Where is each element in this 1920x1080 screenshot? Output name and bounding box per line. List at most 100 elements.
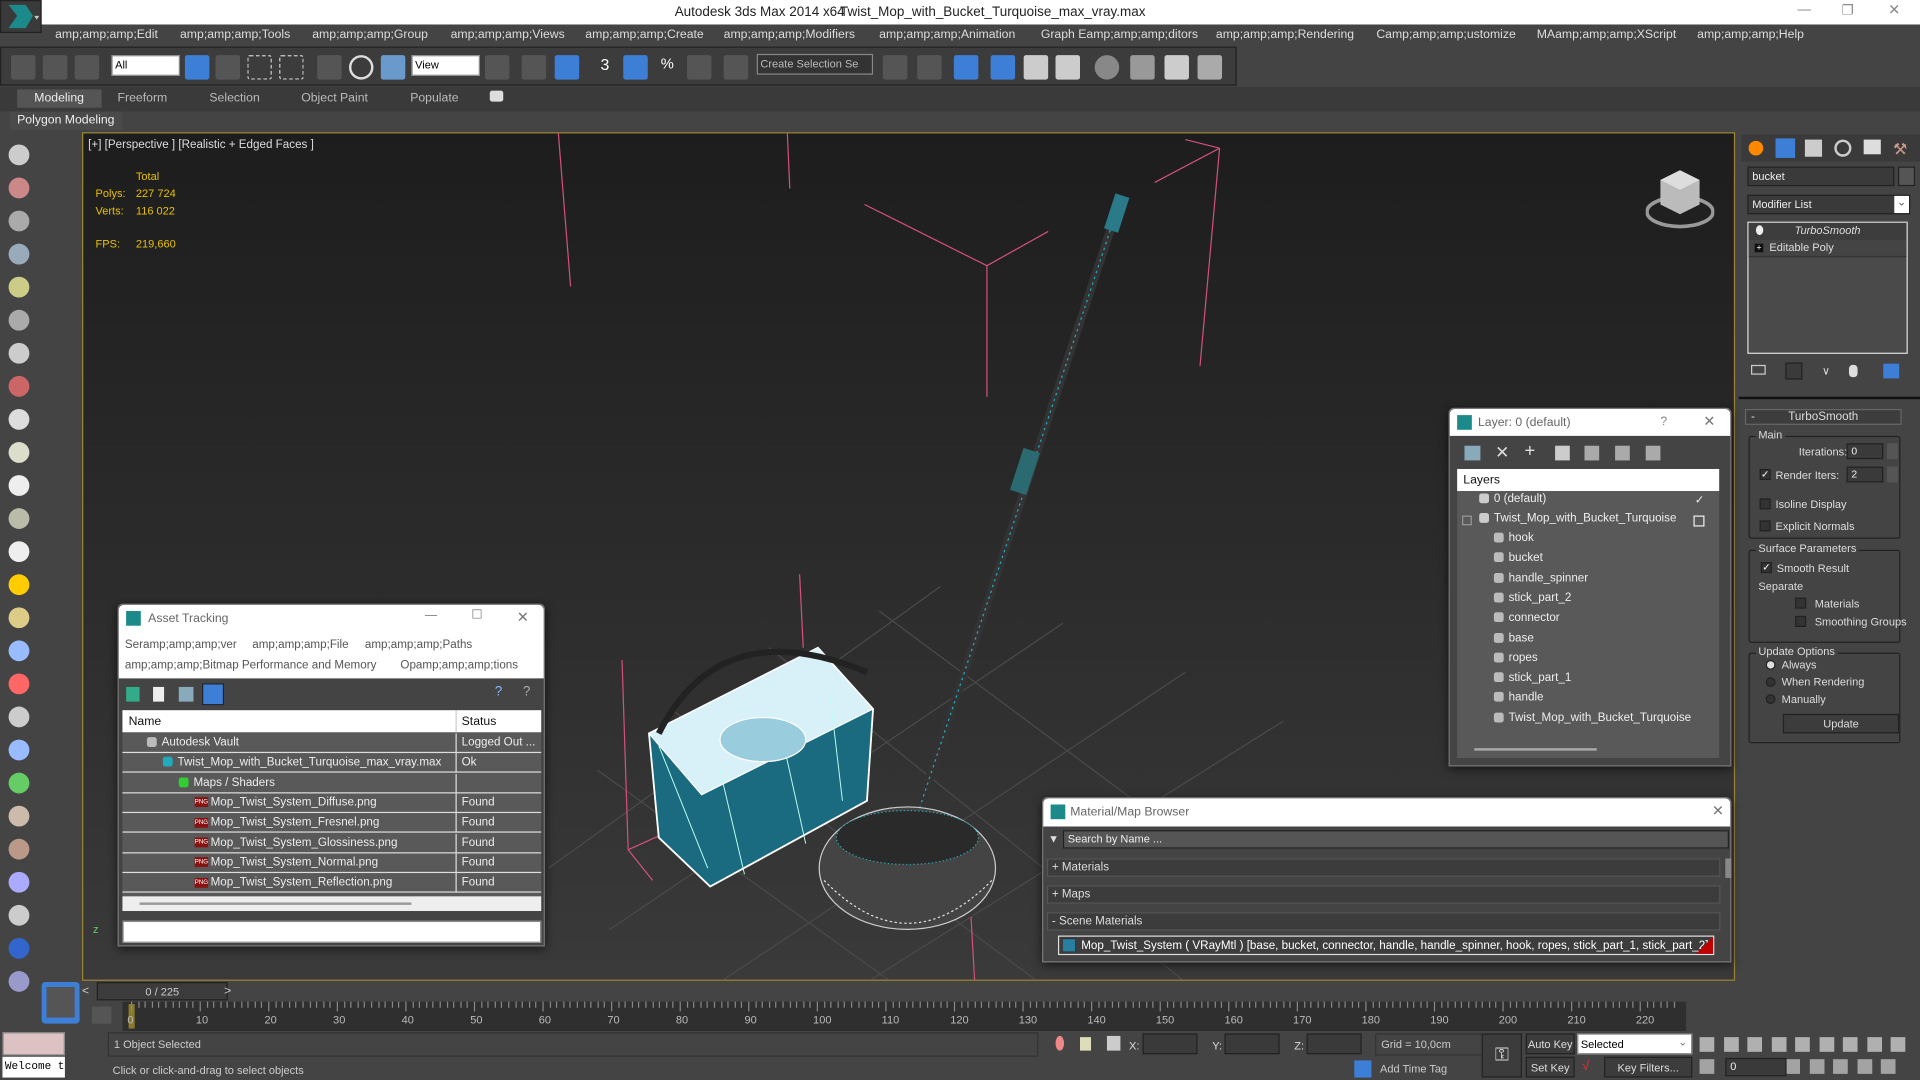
tab-object-paint[interactable]: Object Paint: [301, 92, 368, 105]
box-icon[interactable]: [8, 408, 30, 430]
close-button[interactable]: ✕: [1703, 413, 1715, 430]
asset-row[interactable]: Autodesk Vault Logged Out ...: [122, 733, 542, 754]
dynamics-icon[interactable]: [8, 673, 30, 695]
object-name-field[interactable]: bucket: [1747, 166, 1895, 187]
close-button[interactable]: ✕: [517, 609, 529, 626]
make-unique-icon[interactable]: ∨: [1822, 365, 1830, 378]
go-to-end-icon[interactable]: [1795, 1037, 1810, 1052]
menu-server[interactable]: Seramp;amp;amp;ver: [125, 638, 237, 651]
edit-named-selection-icon[interactable]: [723, 55, 749, 80]
track-bar-toggle-icon[interactable]: [91, 1006, 112, 1024]
help-button[interactable]: ?: [1660, 415, 1667, 428]
layer-explorer-icon[interactable]: [8, 210, 30, 232]
render-iters-input[interactable]: 2: [1846, 466, 1884, 483]
auto-key-button[interactable]: Auto Key: [1525, 1033, 1575, 1055]
asset-row[interactable]: Maps / Shaders: [122, 773, 542, 793]
browser-options-icon[interactable]: ▼: [1048, 833, 1059, 845]
lightbulb-icon[interactable]: [1755, 225, 1764, 236]
pan-icon[interactable]: [1833, 1059, 1848, 1074]
turbosmooth-rollout-header[interactable]: - TurboSmooth: [1744, 408, 1902, 425]
collapse-icon[interactable]: [1462, 515, 1472, 526]
modifier-list-dropdown[interactable]: Modifier List ⌄: [1747, 194, 1911, 215]
hide-all-icon[interactable]: [1615, 445, 1630, 461]
select-objects-icon[interactable]: [1555, 445, 1570, 461]
helper-icon[interactable]: [8, 375, 30, 397]
menu-item[interactable]: amp;amp;amp;Edit: [55, 28, 158, 41]
asset-row[interactable]: PNG Mop_Twist_System_Reflection.png Found: [122, 873, 542, 893]
menu-item[interactable]: amp;amp;amp;Tools: [180, 28, 290, 41]
time-tag-icon[interactable]: [1354, 1060, 1372, 1078]
layer-object-row[interactable]: ropes: [1457, 651, 1719, 671]
close-button[interactable]: ✕: [1888, 1, 1900, 18]
next-frame-button[interactable]: >: [224, 984, 231, 997]
render-setup-icon[interactable]: [1130, 55, 1155, 80]
vertical-scrollbar[interactable]: [1725, 858, 1732, 878]
play-icon[interactable]: [1747, 1037, 1763, 1052]
menu-item[interactable]: amp;amp;amp;Create: [585, 28, 703, 41]
select-by-name-icon[interactable]: [215, 55, 241, 80]
selection-filter-dropdown[interactable]: All: [111, 55, 181, 76]
world-icon[interactable]: [8, 739, 30, 761]
menu-bitmap-performance[interactable]: amp;amp;amp;Bitmap Performance and Memor…: [125, 659, 376, 672]
scene-material-item[interactable]: Mop_Twist_System ( VRayMtl ) [base, buck…: [1057, 935, 1715, 956]
maximize-viewport-icon[interactable]: [1880, 1059, 1896, 1074]
add-time-tag[interactable]: Add Time Tag: [1375, 1059, 1485, 1079]
sphere-icon[interactable]: [8, 475, 30, 496]
snaps-toggle-icon[interactable]: 3: [593, 55, 617, 79]
x-coordinate-input[interactable]: [1142, 1033, 1198, 1055]
maximize-button[interactable]: ☐: [471, 609, 482, 622]
utilities-tab-icon[interactable]: ⚒: [1893, 140, 1910, 158]
horizontal-scrollbar[interactable]: [122, 896, 542, 912]
hierarchy-tab-icon[interactable]: [1804, 139, 1823, 157]
rectangular-selection-icon[interactable]: [247, 55, 272, 80]
current-frame-input[interactable]: 0: [1725, 1057, 1787, 1077]
show-end-result-icon[interactable]: [1785, 362, 1803, 380]
time-slider[interactable]: 0 / 225: [96, 982, 228, 1001]
maximize-button[interactable]: ❐: [1842, 2, 1854, 19]
sphere-geo-icon[interactable]: [8, 442, 30, 463]
menu-item[interactable]: amp;amp;amp;Help: [1697, 28, 1804, 41]
asset-row[interactable]: PNG Mop_Twist_System_Diffuse.png Found: [122, 793, 542, 813]
pivot-center-icon[interactable]: [484, 55, 510, 80]
menu-item[interactable]: MAamp;amp;amp;XScript: [1537, 28, 1677, 41]
scene-explorer-icon[interactable]: [8, 243, 30, 265]
menu-options[interactable]: Opamp;amp;amp;tions: [400, 659, 518, 672]
layer-object-row[interactable]: base: [1457, 631, 1719, 651]
rendered-frame-window-icon[interactable]: [1164, 55, 1189, 80]
rotate-icon[interactable]: [348, 55, 374, 80]
layer-object-row[interactable]: handle_spinner: [1457, 571, 1719, 591]
track-bar[interactable]: 0 10 20 30 40 50 60 70 80 90 100 110 120 130 140 150 160…: [122, 1001, 1687, 1032]
tracking-icon[interactable]: [8, 971, 30, 992]
horizontal-scrollbar[interactable]: [1474, 748, 1597, 751]
teapot-geo-icon[interactable]: [8, 508, 30, 529]
unlink-icon[interactable]: [42, 55, 68, 80]
next-key-icon[interactable]: [1771, 1037, 1786, 1052]
separate-materials-checkbox[interactable]: [1795, 597, 1807, 609]
current-layer-check-icon[interactable]: ✓: [1695, 493, 1705, 506]
cone-icon[interactable]: [8, 541, 30, 563]
polygon-modeling-panel[interactable]: Polygon Modeling: [9, 111, 122, 130]
bind-space-warp-icon[interactable]: [74, 55, 100, 80]
link-icon[interactable]: [11, 55, 36, 80]
light-icon[interactable]: [8, 276, 30, 298]
key-mode-toggle-icon[interactable]: [1699, 1059, 1715, 1074]
set-key-mode-icon[interactable]: ⚿: [1481, 1033, 1523, 1078]
time-config-icon[interactable]: [1785, 1059, 1801, 1074]
asset-row[interactable]: PNG Mop_Twist_System_Fresnel.png Found: [122, 813, 542, 833]
iterations-spinner[interactable]: [1886, 443, 1898, 460]
go-to-start-icon[interactable]: [1699, 1037, 1715, 1052]
sphere-blue-icon[interactable]: [8, 871, 30, 893]
key-tangent-icon[interactable]: √: [1582, 1059, 1589, 1074]
curve-editor-icon[interactable]: [1023, 55, 1049, 80]
layer-object-row[interactable]: Twist_Mop_with_Bucket_Turquoise: [1457, 711, 1719, 731]
set-current-checkbox[interactable]: [1693, 515, 1705, 527]
spinner-snap-icon[interactable]: [686, 55, 712, 80]
expand-icon[interactable]: +: [1754, 243, 1764, 253]
materials-section[interactable]: + Materials: [1046, 858, 1721, 877]
scale-icon[interactable]: [380, 55, 406, 80]
fur-icon[interactable]: [8, 838, 30, 860]
key-mode-dropdown[interactable]: Selected ⌄: [1577, 1033, 1693, 1055]
layer-row-twist-mop[interactable]: Twist_Mop_with_Bucket_Turquoise: [1457, 512, 1719, 532]
hair-icon[interactable]: [8, 640, 30, 662]
y-coordinate-input[interactable]: [1224, 1033, 1280, 1055]
